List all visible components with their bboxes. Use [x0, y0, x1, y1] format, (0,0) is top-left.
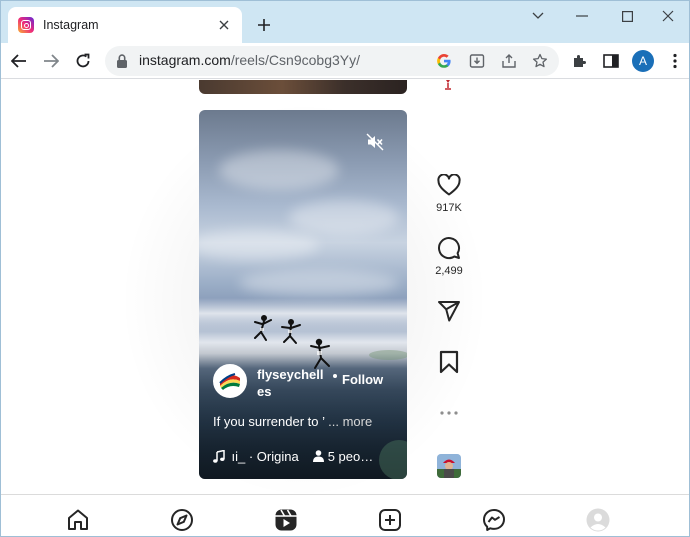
previous-reel-thumbnail[interactable] [199, 80, 407, 94]
username-line-1: flyseychell [257, 367, 324, 382]
maximize-icon[interactable] [604, 1, 650, 31]
side-panel-icon[interactable] [599, 49, 623, 73]
back-arrow-icon[interactable] [7, 49, 31, 73]
reel-video[interactable]: flyseychell es Follow If you surrender t… [199, 110, 407, 479]
explore-compass-icon[interactable] [169, 507, 195, 533]
chrome-menu-icon[interactable] [663, 49, 687, 73]
more-dots-icon[interactable] [436, 400, 462, 426]
reel-owner-username[interactable]: flyseychell es [257, 366, 327, 400]
save-action [429, 349, 469, 375]
google-lens-icon[interactable] [433, 50, 455, 72]
caption-text: If you surrender to ’ [213, 414, 325, 429]
tab-search-icon[interactable] [515, 1, 561, 31]
audio-thumbnail[interactable] [437, 454, 461, 478]
more-action [429, 400, 469, 426]
cloud [289, 200, 399, 235]
cloud [219, 150, 339, 190]
address-bar[interactable]: instagram.com/reels/Csn9cobg3Yy/ [105, 46, 559, 76]
audio-avatar-image [437, 454, 461, 478]
reel-caption[interactable]: If you surrender to ’ ... more [213, 414, 399, 429]
username-line-2: es [257, 384, 272, 399]
like-action: 917K [429, 172, 469, 214]
home-icon[interactable] [65, 507, 91, 533]
audio-title[interactable]: ıi_ · Origina [225, 449, 299, 464]
reels-icon[interactable] [273, 507, 299, 533]
caption-more-link[interactable]: ... more [328, 414, 372, 429]
bottom-navigation [1, 494, 689, 536]
island [369, 350, 407, 360]
profile-icon[interactable] [585, 507, 611, 533]
bookmark-icon[interactable] [436, 349, 462, 375]
comment-bubble-icon[interactable] [436, 235, 462, 261]
share-action [429, 298, 469, 324]
paper-plane-icon[interactable] [436, 298, 462, 324]
profile-avatar[interactable]: A [632, 50, 654, 72]
share-icon[interactable] [498, 50, 520, 72]
comment-action: 2,499 [429, 235, 469, 277]
bookmark-star-icon[interactable] [529, 50, 551, 72]
person-icon [312, 450, 324, 462]
lock-icon [117, 54, 127, 68]
browser-toolbar: instagram.com/reels/Csn9cobg3Yy/ A [1, 43, 689, 79]
title-bar: Instagram [1, 1, 689, 43]
reel-meta-row: ıi_ · Origina 5 peo… [213, 447, 403, 465]
comment-count: 2,499 [435, 265, 463, 277]
cloud [199, 230, 319, 260]
close-tab-icon[interactable] [214, 15, 234, 35]
reel-owner-avatar[interactable] [213, 364, 247, 398]
follow-button[interactable]: Follow [342, 372, 383, 387]
new-tab-button[interactable] [252, 13, 276, 37]
reload-icon[interactable] [71, 49, 95, 73]
seychelles-logo-icon [216, 367, 244, 395]
url-text: instagram.com/reels/Csn9cobg3Yy/ [139, 52, 360, 68]
url-path: /reels/Csn9cobg3Yy/ [230, 52, 360, 68]
browser-window: Instagram instagram.com/reels/Csn9cobg3Y… [0, 0, 690, 537]
url-host: instagram.com [139, 52, 231, 68]
cloud [239, 270, 399, 296]
instagram-reels-page: flyseychell es Follow If you surrender t… [1, 80, 689, 536]
music-note-icon [213, 449, 225, 463]
install-app-icon[interactable] [466, 50, 488, 72]
minimize-icon[interactable] [559, 1, 605, 31]
tab-instagram[interactable]: Instagram [8, 7, 242, 43]
heart-icon[interactable] [436, 172, 462, 198]
instagram-favicon-icon [18, 17, 34, 33]
separator-dot [333, 374, 337, 378]
previous-reel-audio-icon[interactable] [442, 80, 454, 90]
close-window-icon[interactable] [645, 1, 689, 31]
messenger-icon[interactable] [481, 507, 507, 533]
extensions-puzzle-icon[interactable] [567, 49, 591, 73]
create-post-icon[interactable] [377, 507, 403, 533]
like-count: 917K [436, 202, 462, 214]
tagged-people[interactable]: 5 peo… [328, 449, 374, 464]
forward-arrow-icon[interactable] [39, 49, 63, 73]
tab-title: Instagram [43, 18, 99, 32]
muted-speaker-icon[interactable] [365, 132, 385, 152]
